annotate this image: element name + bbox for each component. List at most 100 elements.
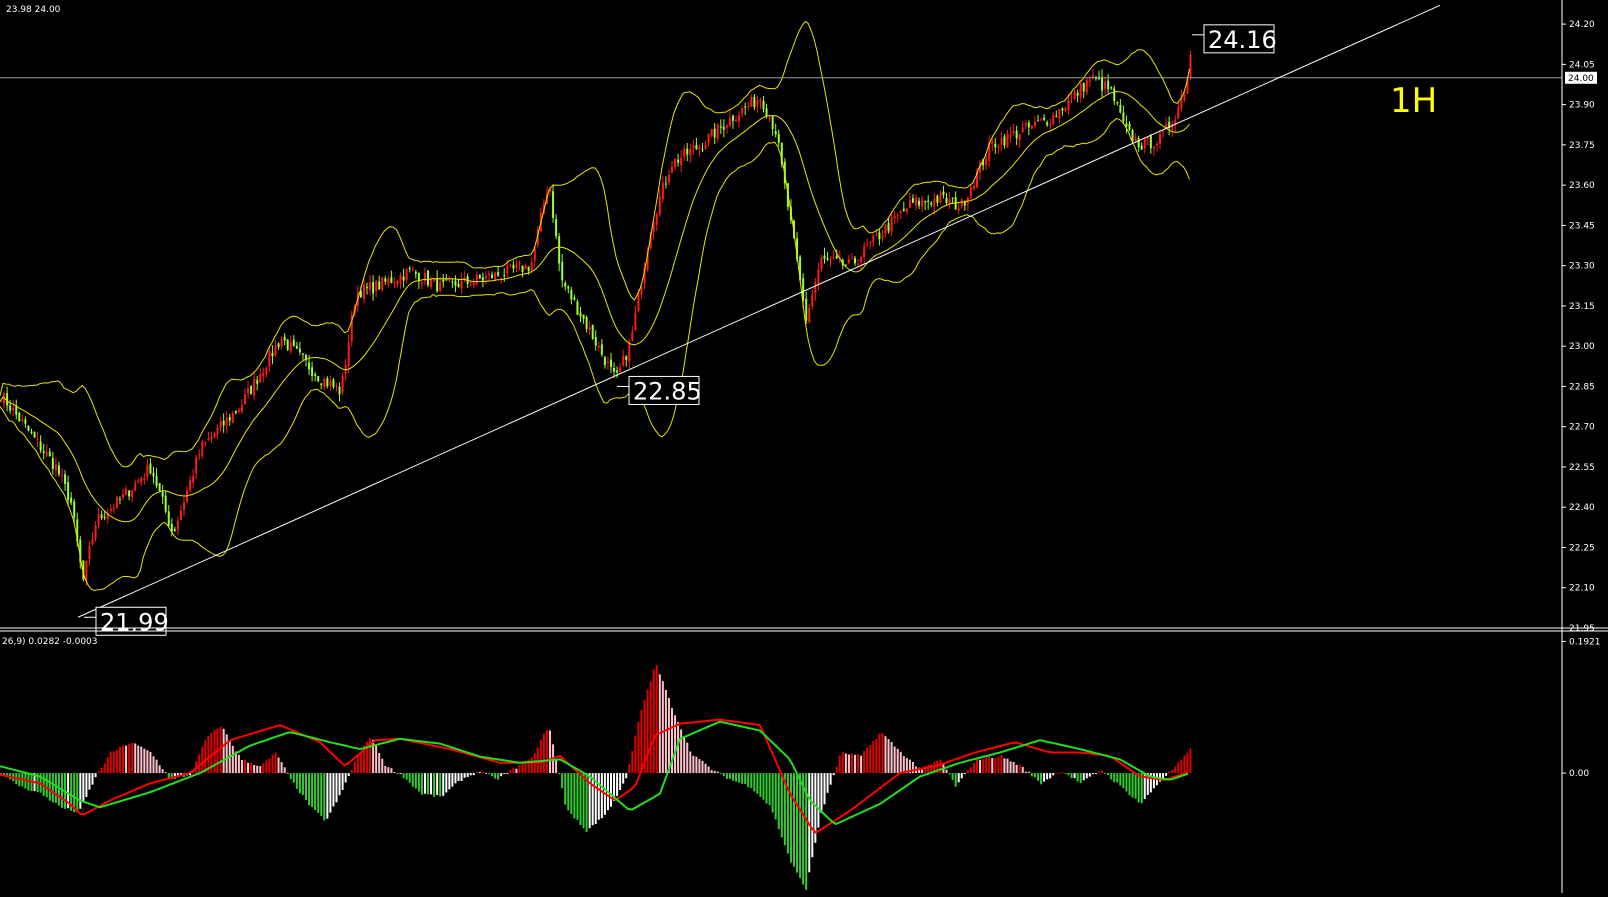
macd-histogram-bar (1119, 773, 1122, 786)
candle-body (558, 236, 561, 264)
candle-body (231, 412, 234, 424)
macd-histogram-bar (503, 773, 506, 775)
macd-histogram-bar (640, 710, 643, 774)
candle-body (134, 483, 137, 491)
candle-body (1085, 79, 1088, 93)
macd-histogram-bar (167, 773, 170, 778)
candle-body (857, 263, 860, 265)
macd-histogram-bar (448, 773, 451, 790)
candle-body (631, 331, 634, 341)
macd-histogram-bar (295, 773, 298, 789)
macd-histogram-bar (890, 742, 893, 774)
macd-histogram-bar (152, 756, 155, 774)
macd-histogram-bar (393, 771, 396, 774)
candle-body (259, 374, 262, 383)
macd-histogram-bar (850, 753, 853, 774)
candle-body (805, 298, 808, 321)
macd-histogram-bar (698, 759, 701, 774)
trading-chart[interactable]: 21.99 22.85 24.16 24.20 24.05 23.90 23.75 23.6… (0, 0, 1608, 893)
candle-body (1006, 133, 1009, 148)
chart-canvas[interactable]: 21.99 22.85 24.16 24.20 24.05 23.90 23.75 23.6… (0, 0, 1608, 893)
macd-histogram-bar (658, 674, 661, 774)
candle-body (494, 272, 497, 281)
macd-histogram-bar (384, 765, 387, 774)
macd-histogram-bar (619, 773, 622, 791)
candle-body (719, 126, 722, 128)
macd-histogram-bar (979, 759, 982, 774)
macd-histogram-bar (793, 773, 795, 867)
macd-histogram-bar (125, 745, 128, 774)
candle-body (869, 241, 872, 243)
macd-histogram-bar (259, 766, 262, 774)
candle-body (301, 353, 304, 355)
candle-body (1155, 143, 1158, 146)
candle-body (207, 438, 210, 441)
macd-histogram-bar (646, 689, 649, 774)
macd-histogram-bar (744, 773, 747, 785)
macd-histogram-bar (661, 681, 664, 774)
macd-histogram-bar (872, 740, 875, 774)
candle-body (637, 292, 640, 312)
candle-body (201, 441, 204, 456)
candle-body (115, 496, 118, 508)
macd-histogram-bar (954, 773, 957, 787)
candle-body (1003, 136, 1006, 146)
candle-body (234, 411, 237, 413)
candle-body (893, 215, 896, 219)
candle-body (1159, 133, 1161, 144)
macd-histogram-bar (164, 772, 167, 774)
macd-panel[interactable] (0, 665, 1192, 890)
candle-body (1107, 80, 1110, 90)
candle-body (213, 433, 216, 438)
macd-histogram-bar (423, 773, 426, 794)
candle-body (210, 436, 213, 440)
candle-body (683, 148, 686, 157)
candle-body (451, 281, 454, 283)
candle-body (137, 480, 140, 482)
candle-body (204, 441, 207, 443)
candle-body (73, 501, 76, 518)
candle-body (524, 265, 527, 270)
candle-body (393, 282, 396, 284)
macd-histogram-bar (225, 734, 228, 774)
macd-histogram-bar (1094, 773, 1097, 775)
candle-body (552, 191, 555, 218)
candle-body (594, 336, 597, 346)
macd-histogram-bar (335, 773, 338, 803)
candle-body (250, 385, 253, 394)
candle-body (619, 367, 622, 372)
macd-histogram-bar (841, 751, 844, 774)
candle-body (655, 214, 658, 225)
candle-body (658, 196, 661, 215)
candle-body (933, 198, 936, 207)
macd-histogram-bar (1076, 773, 1079, 782)
macd-histogram-bar (420, 773, 423, 795)
candle-body (887, 223, 890, 232)
candle-body (927, 200, 930, 203)
macd-histogram-bar (692, 755, 695, 774)
macd-histogram-bar (286, 772, 289, 774)
candle-body (603, 356, 606, 366)
candle-body (158, 483, 161, 491)
candle-body (915, 198, 917, 206)
macd-histogram-bar (512, 767, 515, 774)
candle-body (427, 270, 429, 286)
macd-histogram-bar (338, 773, 341, 796)
candle-body (228, 416, 231, 421)
candle-body (326, 378, 329, 387)
candle-body (219, 421, 222, 428)
macd-histogram-bar (570, 773, 573, 815)
candle-body (54, 464, 57, 471)
price-panel[interactable]: 21.99 22.85 24.16 (0, 4, 1562, 636)
macd-histogram-bar (161, 769, 164, 774)
current-price-tag: 24.00 (1568, 74, 1594, 84)
macd-histogram-bar (597, 773, 600, 820)
candle-body (109, 508, 112, 511)
macd-histogram-bar (472, 773, 475, 776)
candle-body (911, 198, 914, 203)
macd-histogram-bar (399, 773, 402, 775)
candle-body (253, 378, 256, 396)
macd-histogram-bar (149, 751, 152, 774)
candle-body (387, 278, 390, 285)
candle-body (591, 324, 594, 339)
